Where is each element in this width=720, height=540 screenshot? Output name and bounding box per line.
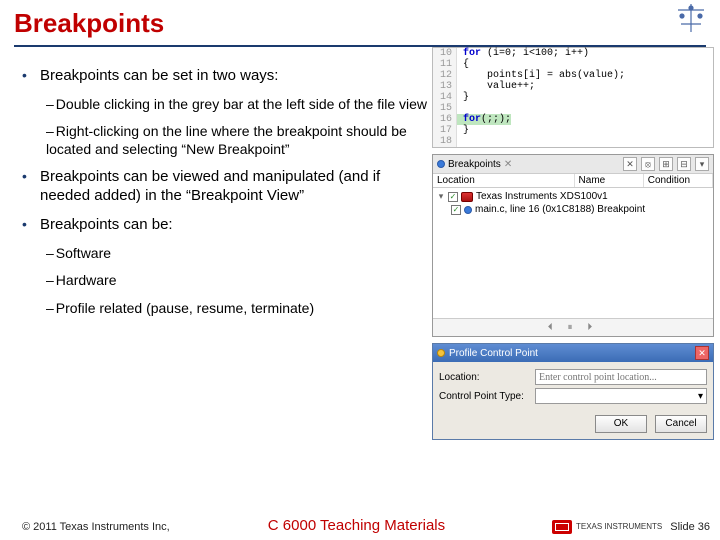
- col-name[interactable]: Name: [575, 174, 644, 187]
- code-line: }: [457, 125, 469, 136]
- slide-title: Breakpoints: [0, 0, 720, 43]
- bullet-1: Breakpoints can be set in two ways:: [40, 67, 278, 86]
- col-condition[interactable]: Condition: [644, 174, 713, 187]
- code-line: points[i] = abs(value);: [457, 70, 625, 81]
- menu-button[interactable]: ▾: [695, 157, 709, 171]
- line-number: 14: [433, 92, 457, 103]
- expand-button[interactable]: ⊞: [659, 157, 673, 171]
- breakpoints-view: Breakpoints ✕ ✕ ⦻ ⊞ ⊟ ▾ Location Name Co…: [432, 154, 714, 337]
- body-text: • Breakpoints can be set in two ways: –D…: [0, 47, 432, 440]
- code-line: }: [457, 92, 469, 103]
- bullet-2: Breakpoints can be viewed and manipulate…: [40, 168, 428, 206]
- remove-breakpoint-button[interactable]: ✕: [623, 157, 637, 171]
- breakpoint-icon: [437, 160, 445, 168]
- bullet-3-sub-3: Profile related (pause, resume, terminat…: [56, 300, 314, 316]
- location-input[interactable]: [535, 369, 707, 385]
- line-number: 11: [433, 59, 457, 70]
- breakpoint-label: main.c, line 16 (0x1C8188) Breakpoint: [475, 204, 645, 215]
- location-label: Location:: [439, 372, 529, 383]
- tree-twisty-icon[interactable]: ▾: [437, 191, 445, 202]
- tree-group-row[interactable]: ▾ ✓ Texas Instruments XDS100v1: [437, 190, 709, 203]
- line-number: 10: [433, 48, 457, 59]
- code-editor: 10for (i=0; i<100; i++) 11{ 12 points[i]…: [432, 47, 714, 148]
- bullet-1-sub-1: Double clicking in the grey bar at the l…: [56, 96, 427, 112]
- close-icon[interactable]: ✕: [695, 346, 709, 360]
- chip-icon: [461, 192, 473, 202]
- collapse-button[interactable]: ⊟: [677, 157, 691, 171]
- line-number: 15: [433, 103, 457, 114]
- type-label: Control Point Type:: [439, 391, 529, 402]
- status-bar: ⏴ ⏸ ⏵: [433, 318, 713, 336]
- chevron-down-icon: ▾: [698, 391, 703, 402]
- ok-button[interactable]: OK: [595, 415, 647, 433]
- breakpoint-icon: [464, 206, 472, 214]
- col-location[interactable]: Location: [433, 174, 575, 187]
- bullet-1-sub-2: Right-clicking on the line where the bre…: [46, 123, 407, 157]
- group-label: Texas Instruments XDS100v1: [476, 191, 608, 202]
- type-select[interactable]: ▾: [535, 388, 707, 404]
- bullet-icon: •: [22, 67, 40, 86]
- line-number: 12: [433, 70, 457, 81]
- line-number: 18: [433, 136, 457, 147]
- tab-breakpoints[interactable]: Breakpoints ✕: [437, 159, 512, 170]
- checkbox[interactable]: ✓: [451, 205, 461, 215]
- slide-number: Slide 36: [670, 521, 720, 533]
- bullet-icon: •: [22, 168, 40, 206]
- tab-label: Breakpoints: [448, 159, 501, 170]
- code-line: (i=0; i<100; i++): [481, 48, 589, 59]
- ti-logo-text: TEXAS INSTRUMENTS: [576, 523, 662, 531]
- remove-all-button[interactable]: ⦻: [641, 157, 655, 171]
- bullet-3: Breakpoints can be:: [40, 216, 173, 235]
- bullet-3-sub-1: Software: [56, 245, 111, 261]
- copyright: © 2011 Texas Instruments Inc,: [0, 521, 170, 533]
- code-line: [457, 103, 463, 114]
- code-line: value++;: [457, 81, 535, 92]
- ti-logo: TEXAS INSTRUMENTS: [552, 520, 662, 534]
- dialog-title: Profile Control Point: [449, 348, 538, 359]
- bullet-icon: •: [22, 216, 40, 235]
- line-number: 13: [433, 81, 457, 92]
- ti-chip-icon: [552, 520, 572, 534]
- code-line: {: [457, 59, 469, 70]
- code-line: [457, 136, 463, 147]
- line-number: 16: [433, 114, 457, 125]
- dialog-icon: [437, 349, 445, 357]
- table-header: Location Name Condition: [433, 174, 713, 188]
- line-number: 17: [433, 125, 457, 136]
- corner-ornament: [668, 2, 714, 38]
- teaching-materials-label: C 6000 Teaching Materials: [268, 517, 445, 534]
- code-line: (;;);: [481, 114, 511, 125]
- close-tab-icon[interactable]: ✕: [504, 159, 512, 170]
- tree-breakpoint-row[interactable]: ✓ main.c, line 16 (0x1C8188) Breakpoint: [437, 203, 709, 216]
- bullet-3-sub-2: Hardware: [56, 272, 117, 288]
- cancel-button[interactable]: Cancel: [655, 415, 707, 433]
- checkbox[interactable]: ✓: [448, 192, 458, 202]
- profile-control-dialog: Profile Control Point ✕ Location: Contro…: [432, 343, 714, 440]
